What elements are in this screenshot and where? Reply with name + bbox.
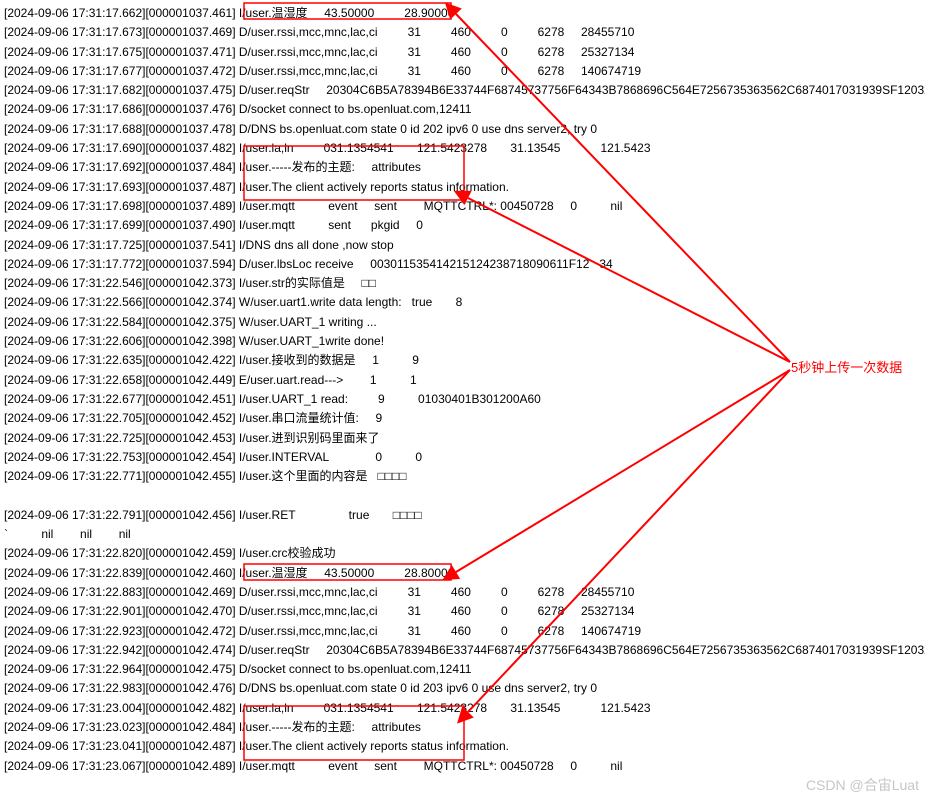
log-line: [2024-09-06 17:31:22.771][000001042.455]… [4,467,925,486]
log-line: [2024-09-06 17:31:22.677][000001042.451]… [4,390,925,409]
log-line: [2024-09-06 17:31:17.675][000001037.471]… [4,43,925,62]
log-line: [2024-09-06 17:31:23.004][000001042.482]… [4,699,925,718]
log-line: ` nil nil nil [4,525,925,544]
log-output: [2024-09-06 17:31:17.662][000001037.461]… [4,4,925,776]
log-line: [2024-09-06 17:31:23.041][000001042.487]… [4,737,925,756]
log-line: [2024-09-06 17:31:23.023][000001042.484]… [4,718,925,737]
watermark: CSDN @合宙Luat [806,775,919,795]
log-line: [2024-09-06 17:31:22.901][000001042.470]… [4,602,925,621]
log-line: [2024-09-06 17:31:17.692][000001037.484]… [4,158,925,177]
log-line: [2024-09-06 17:31:17.693][000001037.487]… [4,178,925,197]
log-line: [2024-09-06 17:31:17.698][000001037.489]… [4,197,925,216]
log-line: [2024-09-06 17:31:22.566][000001042.374]… [4,293,925,312]
log-line: [2024-09-06 17:31:22.883][000001042.469]… [4,583,925,602]
log-line: [2024-09-06 17:31:22.725][000001042.453]… [4,429,925,448]
log-line: [2024-09-06 17:31:17.699][000001037.490]… [4,216,925,235]
log-line: [2024-09-06 17:31:22.942][000001042.474]… [4,641,925,660]
log-line: [2024-09-06 17:31:22.791][000001042.456]… [4,506,925,525]
log-line: [2024-09-06 17:31:17.725][000001037.541]… [4,236,925,255]
log-line: [2024-09-06 17:31:22.705][000001042.452]… [4,409,925,428]
log-line: [2024-09-06 17:31:17.662][000001037.461]… [4,4,925,23]
log-line: [2024-09-06 17:31:22.635][000001042.422]… [4,351,925,370]
log-line: [2024-09-06 17:31:22.839][000001042.460]… [4,564,925,583]
log-line: [2024-09-06 17:31:17.688][000001037.478]… [4,120,925,139]
log-line: [2024-09-06 17:31:17.686][000001037.476]… [4,100,925,119]
log-line: [2024-09-06 17:31:17.677][000001037.472]… [4,62,925,81]
log-line: [2024-09-06 17:31:22.606][000001042.398]… [4,332,925,351]
annotation-label: 5秒钟上传一次数据 [791,357,902,376]
log-line: [2024-09-06 17:31:22.983][000001042.476]… [4,679,925,698]
log-line: [2024-09-06 17:31:17.682][000001037.475]… [4,81,925,100]
log-line: [2024-09-06 17:31:17.690][000001037.482]… [4,139,925,158]
log-line: [2024-09-06 17:31:22.584][000001042.375]… [4,313,925,332]
log-line: [2024-09-06 17:31:17.772][000001037.594]… [4,255,925,274]
log-line: [2024-09-06 17:31:22.658][000001042.449]… [4,371,925,390]
log-line: [2024-09-06 17:31:22.546][000001042.373]… [4,274,925,293]
log-line [4,486,925,505]
log-line: [2024-09-06 17:31:17.673][000001037.469]… [4,23,925,42]
log-line: [2024-09-06 17:31:22.820][000001042.459]… [4,544,925,563]
log-line: [2024-09-06 17:31:22.753][000001042.454]… [4,448,925,467]
log-line: [2024-09-06 17:31:22.923][000001042.472]… [4,622,925,641]
log-line: [2024-09-06 17:31:23.067][000001042.489]… [4,757,925,776]
log-line: [2024-09-06 17:31:22.964][000001042.475]… [4,660,925,679]
